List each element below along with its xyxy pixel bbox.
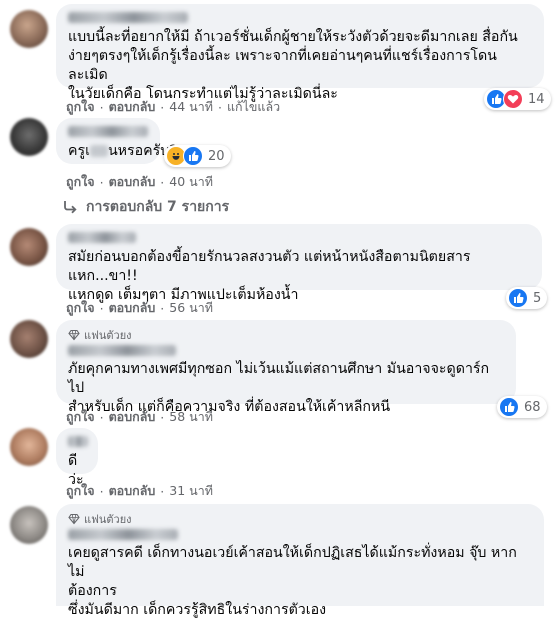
comment-bubble: แบบนี้ละที่อยากให้มี ถ้าเวอร์ชั่นเด็กผู้…: [56, 4, 544, 102]
top-fan-label: แฟนตัวยง: [84, 513, 132, 526]
reaction-summary[interactable]: 14: [484, 88, 551, 110]
comment-timestamp[interactable]: 40 นาที: [169, 172, 213, 192]
view-replies-link[interactable]: การตอบกลับ 7 รายการ: [62, 196, 229, 218]
top-fan-badge: แฟนตัวยง: [68, 328, 504, 342]
reaction-count: 68: [524, 399, 541, 415]
commenter-name[interactable]: [68, 12, 188, 23]
reply-button[interactable]: ตอบกลับ: [109, 298, 156, 318]
commenter-name[interactable]: [68, 232, 136, 243]
comment-timestamp[interactable]: 44 นาที: [169, 97, 213, 117]
like-button[interactable]: ถูกใจ: [66, 481, 95, 501]
like-button[interactable]: ถูกใจ: [66, 172, 95, 192]
replies-count-label: การตอบกลับ 7 รายการ: [86, 199, 230, 215]
redacted-word: [89, 145, 108, 157]
like-reaction-icon: [499, 397, 519, 417]
avatar[interactable]: [10, 428, 48, 466]
reaction-summary[interactable]: 68: [497, 396, 547, 418]
top-fan-badge: แฟนตัวยง: [68, 512, 532, 526]
reply-button[interactable]: ตอบกลับ: [109, 481, 156, 501]
commenter-name[interactable]: [68, 345, 176, 356]
comment-bubble: แฟนตัวยง ภัยคุกคามทางเพศมีทุกซอก ไม่เว้น…: [56, 320, 516, 415]
comment-text: ครูเ นหรอครับ?: [68, 143, 177, 159]
comment-actions: ถูกใจ · ตอบกลับ · 56 นาที: [66, 298, 213, 318]
reply-arrow-icon: [64, 201, 77, 214]
like-button[interactable]: ถูกใจ: [66, 407, 95, 427]
avatar[interactable]: [10, 228, 48, 266]
comment-timestamp[interactable]: 31 นาที: [169, 481, 213, 501]
commenter-name[interactable]: [68, 529, 178, 540]
comment-text: แบบนี้ละที่อยากให้มี ถ้าเวอร์ชั่นเด็กผู้…: [68, 29, 518, 102]
avatar[interactable]: [10, 506, 48, 544]
reaction-count: 14: [528, 91, 545, 107]
top-fan-label: แฟนตัวยง: [84, 329, 132, 342]
commenter-name[interactable]: [68, 436, 88, 447]
comment-bubble: สมัยก่อนบอกต้องขี้อายรักนวลสงวนตัว แต่หน…: [56, 224, 542, 303]
reply-button[interactable]: ตอบกลับ: [109, 407, 156, 427]
comment-actions: ถูกใจ · ตอบกลับ · 58 นาที: [66, 407, 213, 427]
edited-label[interactable]: แก้ไขแล้ว: [227, 97, 280, 117]
comment-actions: ถูกใจ · ตอบกลับ · 44 นาที · แก้ไขแล้ว: [66, 97, 280, 117]
avatar[interactable]: [10, 10, 48, 48]
comment-text: สมัยก่อนบอกต้องขี้อายรักนวลสงวนตัว แต่หน…: [68, 249, 471, 303]
commenter-name[interactable]: [68, 126, 148, 137]
reaction-summary[interactable]: 20: [164, 145, 231, 167]
like-button[interactable]: ถูกใจ: [66, 298, 95, 318]
comment-bubble: ดีว่ะ: [56, 428, 98, 488]
comment-bubble: แฟนตัวยง เคยดูสารคดี เด็กทางนอเวย์เค้าสอ…: [56, 504, 544, 618]
comment-text: เคยดูสารคดี เด็กทางนอเวย์เค้าสอนให้เด็กป…: [68, 545, 517, 618]
comment-timestamp[interactable]: 58 นาที: [169, 407, 213, 427]
diamond-icon: [68, 329, 80, 341]
comment-actions: ถูกใจ · ตอบกลับ · 31 นาที: [66, 481, 213, 501]
like-button[interactable]: ถูกใจ: [66, 97, 95, 117]
reaction-count: 5: [533, 290, 542, 306]
reaction-count: 20: [208, 148, 225, 164]
avatar[interactable]: [10, 118, 48, 156]
diamond-icon: [68, 513, 80, 525]
like-reaction-icon: [183, 146, 203, 166]
avatar[interactable]: [10, 320, 48, 358]
comment-bubble: ครูเ นหรอครับ?: [56, 118, 177, 164]
love-reaction-icon: [503, 89, 523, 109]
comment-timestamp[interactable]: 56 นาที: [169, 298, 213, 318]
like-reaction-icon: [508, 288, 528, 308]
comment-actions: ถูกใจ · ตอบกลับ · 40 นาที: [66, 172, 213, 192]
reply-button[interactable]: ตอบกลับ: [109, 172, 156, 192]
reaction-summary[interactable]: 5: [506, 287, 548, 309]
reply-button[interactable]: ตอบกลับ: [109, 97, 156, 117]
